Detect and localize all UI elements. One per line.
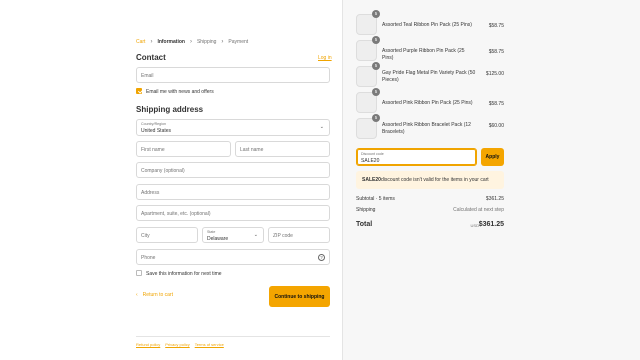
state-select[interactable]: State Delaware ⌄	[202, 227, 264, 243]
total-value: $361.25	[478, 221, 504, 228]
quantity-badge: 5	[372, 62, 380, 70]
return-to-cart-label: Return to cart	[142, 292, 173, 298]
quantity-badge: 5	[372, 36, 380, 44]
product-name: Assorted Pink Ribbon Bracelet Pack (12 B…	[382, 122, 471, 135]
discount-code-label: Discount code	[361, 151, 384, 156]
address-field[interactable]: Address	[136, 184, 330, 200]
breadcrumb-cart[interactable]: Cart	[136, 39, 145, 45]
product-price: $125.00	[485, 71, 504, 77]
shipping-address-title: Shipping address	[136, 105, 204, 114]
apply-discount-button[interactable]: Apply	[481, 148, 504, 166]
help-icon[interactable]: ?	[318, 253, 325, 261]
discount-error-banner: SALE20 discount code isn't valid for the…	[356, 171, 504, 189]
address-placeholder: Address	[141, 189, 160, 196]
first-name-placeholder: First name	[141, 146, 165, 153]
chevron-right-icon: ›	[221, 39, 224, 45]
subtotal-value: $361.25	[485, 196, 504, 202]
cart-item: 5 Gay Pride Flag Metal Pin Variety Pack …	[356, 62, 504, 88]
state-label: State	[207, 230, 216, 234]
refund-policy-link[interactable]: Refund policy	[136, 342, 160, 347]
subtotal-row: Subtotal · 5 items $361.25	[356, 196, 504, 202]
discount-error-code: SALE20	[362, 177, 381, 183]
return-to-cart-link[interactable]: ‹ Return to cart	[136, 292, 173, 298]
last-name-field[interactable]: Last name	[235, 141, 330, 157]
apartment-placeholder: Apartment, suite, etc. (optional)	[141, 210, 211, 217]
product-name: Gay Pride Flag Metal Pin Variety Pack (5…	[382, 70, 476, 83]
total-label: Total	[356, 221, 373, 228]
breadcrumb-information: Information	[157, 39, 185, 45]
cart-item: 5 Assorted Pink Ribbon Bracelet Pack (12…	[356, 114, 504, 140]
terms-of-service-link[interactable]: Terms of service	[195, 342, 224, 347]
product-name: Assorted Pink Ribbon Pin Pack (25 Pins)	[382, 100, 473, 106]
footer-divider	[136, 336, 330, 337]
product-name: Assorted Teal Ribbon Pin Pack (25 Pins)	[382, 22, 472, 28]
chevron-down-icon: ⌄	[253, 232, 258, 238]
discount-error-message: discount code isn't valid for the items …	[381, 177, 489, 183]
country-value: United States	[141, 127, 172, 134]
city-placeholder: City	[141, 232, 150, 239]
last-name-placeholder: Last name	[240, 146, 264, 153]
shipping-value: Calculated at next step	[453, 207, 504, 213]
zip-field[interactable]: ZIP code	[268, 227, 330, 243]
breadcrumb: Cart › Information › Shipping › Payment	[136, 39, 248, 45]
total-row: Total USD $361.25	[356, 221, 504, 231]
country-label: Country/Region	[141, 122, 166, 126]
save-info-label: Save this information for next time	[146, 270, 222, 277]
quantity-badge: 5	[372, 114, 380, 122]
login-link[interactable]: Log in	[318, 55, 332, 61]
chevron-right-icon: ›	[189, 39, 192, 45]
city-field[interactable]: City	[136, 227, 198, 243]
phone-field[interactable]: Phone ?	[136, 249, 330, 265]
first-name-field[interactable]: First name	[136, 141, 231, 157]
save-info-checkbox[interactable]	[136, 270, 142, 276]
cart-item: 5 Assorted Pink Ribbon Pin Pack (25 Pins…	[356, 88, 504, 114]
cart-item: 5 Assorted Purple Ribbon Pin Pack (25 Pi…	[356, 36, 504, 62]
chevron-left-icon: ‹	[136, 292, 138, 298]
discount-code-value: SALE20	[361, 157, 380, 164]
email-placeholder: Email	[141, 72, 154, 79]
product-price: $58.75	[488, 23, 504, 29]
country-select[interactable]: Country/Region United States ⌄	[136, 119, 330, 136]
zip-placeholder: ZIP code	[273, 232, 293, 239]
discount-code-field[interactable]: Discount code SALE20	[356, 148, 477, 166]
product-price: $60.00	[488, 123, 504, 129]
quantity-badge: 5	[372, 88, 380, 96]
breadcrumb-shipping: Shipping	[196, 39, 217, 45]
newsletter-checkbox[interactable]	[136, 88, 142, 94]
quantity-badge: 5	[372, 10, 380, 18]
newsletter-label: Email me with news and offers	[146, 88, 214, 95]
company-placeholder: Company (optional)	[141, 167, 185, 174]
state-value: Delaware	[207, 235, 229, 242]
product-price: $58.75	[488, 49, 504, 55]
continue-to-shipping-button[interactable]: Continue to shipping	[269, 286, 330, 307]
policy-links: Refund policy Privacy policy Terms of se…	[136, 342, 224, 347]
phone-placeholder: Phone	[141, 254, 156, 261]
privacy-policy-link[interactable]: Privacy policy	[165, 342, 189, 347]
product-name: Assorted Purple Ribbon Pin Pack (25 Pins…	[382, 48, 465, 61]
company-field[interactable]: Company (optional)	[136, 162, 330, 178]
breadcrumb-payment: Payment	[228, 39, 249, 45]
cart-item: 5 Assorted Teal Ribbon Pin Pack (25 Pins…	[356, 10, 504, 36]
chevron-right-icon: ›	[150, 39, 153, 45]
subtotal-label: Subtotal · 5 items	[356, 196, 395, 202]
product-price: $58.75	[488, 101, 504, 107]
email-field[interactable]: Email	[136, 67, 330, 83]
apartment-field[interactable]: Apartment, suite, etc. (optional)	[136, 205, 330, 221]
shipping-row: Shipping Calculated at next step	[356, 207, 504, 213]
contact-title: Contact	[136, 53, 166, 62]
shipping-label: Shipping	[356, 207, 376, 213]
chevron-down-icon: ⌄	[319, 124, 324, 130]
